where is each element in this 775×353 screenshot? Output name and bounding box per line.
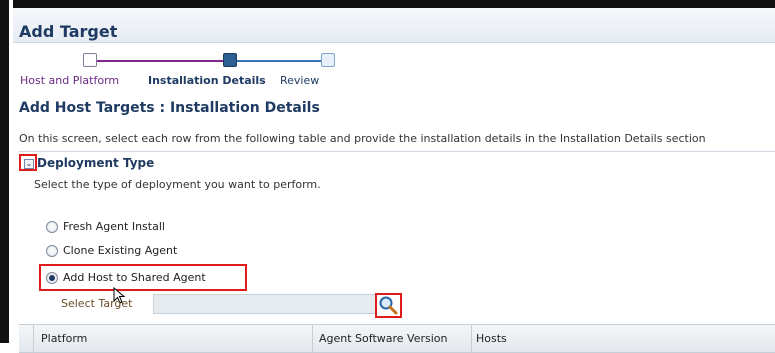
train-connector-2 bbox=[233, 60, 321, 62]
train-label-installation-details: Installation Details bbox=[148, 74, 266, 87]
instruction-text: On this screen, select each row from the… bbox=[19, 132, 706, 145]
select-target-label: Select Target bbox=[61, 297, 133, 310]
section-divider bbox=[19, 151, 775, 152]
deployment-type-heading: Deployment Type bbox=[37, 156, 155, 170]
deployment-type-description: Select the type of deployment you want t… bbox=[34, 178, 321, 191]
radio-label: Fresh Agent Install bbox=[63, 220, 165, 233]
column-header-platform[interactable]: Platform bbox=[41, 332, 87, 345]
train-label-review[interactable]: Review bbox=[280, 74, 319, 87]
select-target-input[interactable] bbox=[153, 294, 378, 314]
window-top-border bbox=[0, 0, 775, 8]
page-header: Add Target bbox=[13, 8, 775, 43]
radio-button[interactable] bbox=[46, 220, 58, 233]
radio-fresh-agent-install[interactable]: Fresh Agent Install bbox=[46, 220, 165, 233]
section-title: Add Host Targets : Installation Details bbox=[19, 100, 320, 116]
window: Add Target Host and Platform Installatio… bbox=[0, 0, 775, 353]
select-target-row: Select Target bbox=[53, 294, 390, 316]
column-separator bbox=[33, 325, 34, 352]
column-separator bbox=[312, 325, 313, 352]
radio-button[interactable] bbox=[46, 244, 58, 257]
radio-clone-existing-agent[interactable]: Clone Existing Agent bbox=[46, 244, 177, 257]
step-train bbox=[83, 53, 343, 69]
radio-button-selected[interactable] bbox=[46, 271, 58, 284]
train-stop-host-and-platform[interactable] bbox=[83, 53, 97, 67]
table-header: Platform Agent Software Version Hosts bbox=[19, 324, 775, 353]
window-left-border bbox=[0, 0, 13, 343]
chevron-down-icon: ⌄ bbox=[24, 159, 34, 169]
radio-label: Clone Existing Agent bbox=[63, 244, 178, 257]
train-connector-1 bbox=[95, 60, 223, 62]
search-button[interactable] bbox=[375, 293, 402, 318]
train-stop-review[interactable] bbox=[321, 53, 335, 67]
page-title: Add Target bbox=[19, 22, 118, 41]
train-label-host-and-platform[interactable]: Host and Platform bbox=[20, 74, 119, 87]
page-content: Add Target Host and Platform Installatio… bbox=[13, 8, 775, 353]
column-header-agent-software-version[interactable]: Agent Software Version bbox=[319, 332, 448, 345]
train-stop-installation-details bbox=[223, 53, 237, 67]
radio-label: Add Host to Shared Agent bbox=[63, 271, 206, 284]
disclosure-toggle[interactable]: ⌄ bbox=[19, 154, 37, 171]
radio-add-host-to-shared-agent[interactable]: Add Host to Shared Agent bbox=[46, 271, 206, 284]
column-separator bbox=[471, 325, 472, 352]
search-icon bbox=[379, 296, 398, 315]
column-header-hosts[interactable]: Hosts bbox=[476, 332, 507, 345]
